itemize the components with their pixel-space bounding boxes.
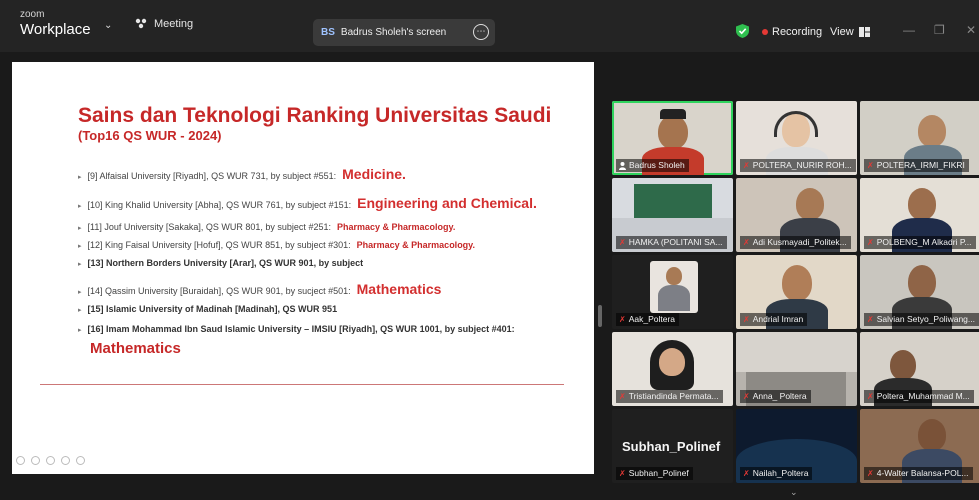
bullet-marker-icon: ▸ [78, 307, 82, 314]
slide-bullet: ▸ [13] Northern Borders University [Arar… [78, 258, 364, 268]
mic-muted-icon: ✗ [619, 238, 626, 247]
participant-tile[interactable]: ✗ 4-Walter Balansa-POL... [860, 409, 979, 483]
participant-tile[interactable]: ✗ POLBENG_M Alkadri P... [860, 178, 979, 252]
participant-display-name: Subhan_Polinef [622, 439, 721, 454]
mic-muted-icon: ✗ [867, 238, 874, 247]
slide-bullet: ▸ [11] Jouf University [Sakaka], QS WUR … [78, 222, 456, 232]
slide-bullet: ▸ [15] Islamic University of Madinah [Ma… [78, 304, 338, 314]
participant-name: Nailah_Poltera [752, 468, 809, 478]
annotate-icon[interactable] [16, 456, 25, 465]
mic-muted-icon: ✗ [619, 315, 626, 324]
slide-bullet: ▸ [16] Imam Mohammad Ibn Saud Islamic Un… [78, 324, 515, 334]
participant-name: Tristiandinda Permata... [628, 391, 719, 401]
app-small-label: zoom [20, 9, 45, 20]
participant-tile[interactable]: ✗ Poltera_Muhammad M... [860, 332, 979, 406]
participant-tile[interactable]: Badrus Sholeh [612, 101, 733, 175]
mic-muted-icon: ✗ [743, 469, 750, 478]
participant-name: Badrus Sholeh [629, 160, 685, 170]
restore-icon[interactable]: ❐ [934, 23, 945, 37]
presentation-slide: Sains dan Teknologi Ranking Universitas … [12, 62, 594, 474]
bullet-marker-icon: ▸ [78, 225, 82, 232]
participant-name: POLBENG_M Alkadri P... [876, 237, 972, 247]
annotate-icon[interactable] [76, 456, 85, 465]
view-layout-icon [858, 27, 870, 37]
meeting-info-button[interactable]: Meeting [134, 16, 193, 32]
mic-muted-icon: ✗ [619, 392, 626, 401]
splitter-handle[interactable] [598, 305, 602, 327]
participant-tile[interactable]: ✗ Anna_ Poltera [736, 332, 857, 406]
view-button[interactable]: View [830, 26, 870, 38]
title-bar: zoom Workplace ⌄ Meeting BS Badrus Shole… [0, 0, 979, 52]
participant-name: POLTERA_IRMI_FIKRI [876, 160, 965, 170]
slide-title: Sains dan Teknologi Ranking Universitas … [78, 104, 552, 127]
bullet-marker-icon: ▸ [78, 203, 82, 210]
participant-name: Anna_ Poltera [752, 391, 807, 401]
slide-bullet: ▸ [12] King Faisal University [Hofuf], Q… [78, 240, 476, 250]
slide-bullet: ▸ [9] Alfaisal University [Riyadh], QS W… [78, 166, 406, 182]
slide-bullet: ▸ [14] Qassim University [Buraidah], QS … [78, 281, 442, 297]
shield-check-icon[interactable] [736, 24, 749, 38]
screen-owner-initials: BS [321, 27, 335, 38]
participant-name: Aak_Poltera [628, 314, 676, 324]
minimize-icon[interactable]: — [903, 23, 915, 37]
more-options-icon[interactable]: ⋯ [473, 24, 489, 40]
participant-tile[interactable]: ✗ Andrial Imran [736, 255, 857, 329]
mic-muted-icon: ✗ [619, 469, 626, 478]
zoom-logo: zoom Workplace [20, 9, 91, 38]
participant-name: HAMKA (POLITANI SA... [628, 237, 723, 247]
screen-share-pill[interactable]: BS Badrus Sholeh's screen ⋯ [313, 19, 495, 46]
participant-name: POLTERA_NURIR ROH... [752, 160, 852, 170]
slide-subtitle: (Top16 QS WUR - 2024) [78, 128, 222, 143]
participant-tile[interactable]: ✗ POLTERA_NURIR ROH... [736, 101, 857, 175]
app-name: Workplace [20, 21, 91, 38]
participant-name: Salvian Setyo_Poliwang... [876, 314, 975, 324]
participant-name: Andrial Imran [752, 314, 804, 324]
participant-tile[interactable]: Subhan_Polinef ✗ Subhan_Polinef [612, 409, 733, 483]
participant-tile[interactable]: ✗ Salvian Setyo_Poliwang... [860, 255, 979, 329]
screen-share-label: Badrus Sholeh's screen [340, 27, 447, 38]
bullet-marker-icon: ▸ [78, 327, 82, 334]
mic-muted-icon: ✗ [743, 161, 750, 170]
slide-bullet: ▸ [10] King Khalid University [Abha], QS… [78, 195, 537, 211]
mic-muted-icon: ✗ [743, 392, 750, 401]
mic-muted-icon: ✗ [743, 238, 750, 247]
participant-name: Subhan_Polinef [628, 468, 689, 478]
recording-label: Recording [772, 26, 823, 38]
participant-tile[interactable]: ✗ Nailah_Poltera [736, 409, 857, 483]
participant-tile[interactable]: ✗ Adi Kusmayadi_Politek... [736, 178, 857, 252]
mic-muted-icon: ✗ [743, 315, 750, 324]
participant-name: 4-Walter Balansa-POL... [876, 468, 969, 478]
chevron-down-icon[interactable]: ⌄ [790, 487, 798, 498]
annotate-icon[interactable] [46, 456, 55, 465]
participant-tile[interactable]: ✗ Tristiandinda Permata... [612, 332, 733, 406]
slide-divider [40, 384, 564, 385]
meeting-label: Meeting [154, 18, 194, 30]
participant-tile[interactable]: ✗ HAMKA (POLITANI SA... [612, 178, 733, 252]
bullet-marker-icon: ▸ [78, 174, 82, 181]
participant-tile[interactable]: ✗ POLTERA_IRMI_FIKRI [860, 101, 979, 175]
meeting-icon [135, 18, 147, 29]
mic-muted-icon: ✗ [867, 392, 874, 401]
mic-muted-icon: ✗ [867, 469, 874, 478]
chevron-down-icon[interactable]: ⌄ [104, 20, 112, 31]
mic-muted-icon: ✗ [867, 161, 874, 170]
participant-name: Adi Kusmayadi_Politek... [752, 237, 847, 247]
person-icon [619, 161, 626, 170]
annotate-icon[interactable] [61, 456, 70, 465]
annotate-icon[interactable] [31, 456, 40, 465]
zoom-window: zoom Workplace ⌄ Meeting BS Badrus Shole… [0, 0, 979, 500]
slide-continuation: Mathematics [90, 340, 181, 357]
video-gallery: Badrus Sholeh ✗ POLTERA_NURIR ROH... ✗ POL… [612, 101, 979, 484]
close-icon[interactable]: ✕ [966, 23, 976, 37]
participant-tile[interactable]: ✗ Aak_Poltera [612, 255, 733, 329]
participant-name: Poltera_Muhammad M... [876, 391, 970, 401]
annotation-toolbar [16, 456, 85, 465]
mic-muted-icon: ✗ [867, 315, 874, 324]
recording-indicator[interactable]: Recording [762, 26, 822, 38]
recording-dot-icon [762, 29, 768, 35]
bullet-marker-icon: ▸ [78, 261, 82, 268]
bullet-marker-icon: ▸ [78, 289, 82, 296]
bullet-marker-icon: ▸ [78, 243, 82, 250]
view-label: View [830, 26, 854, 38]
